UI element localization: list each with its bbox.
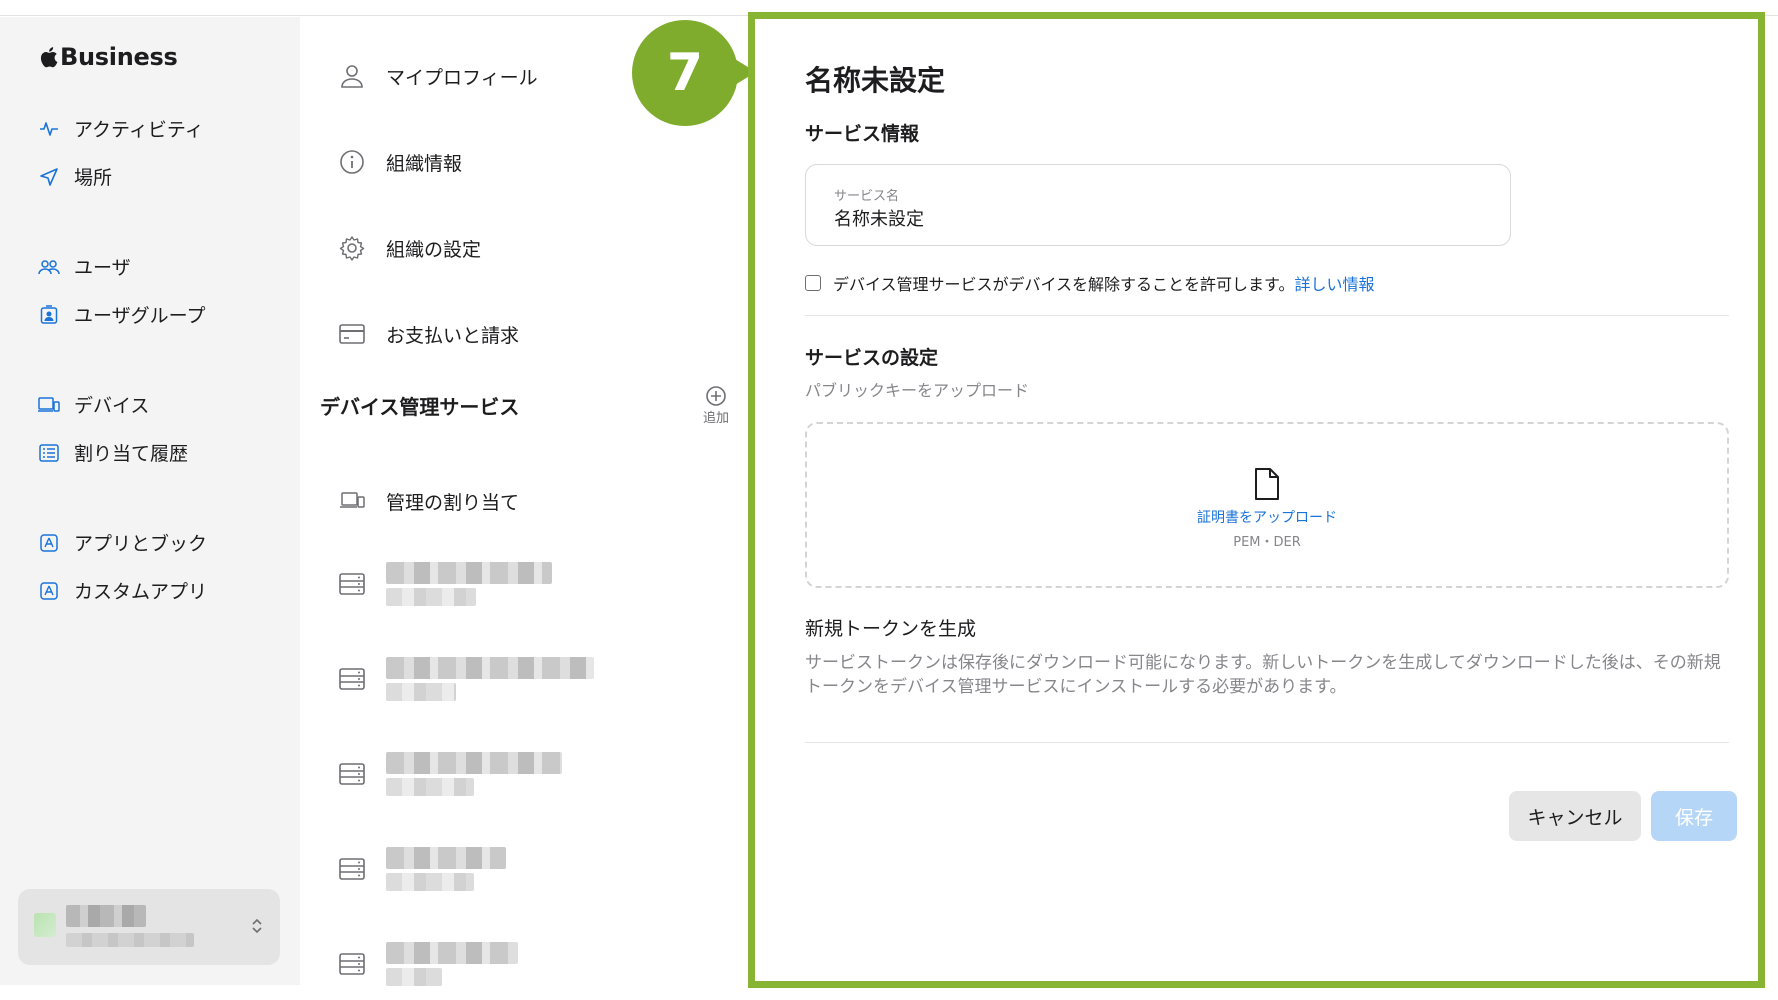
sidebar-item-label: デバイス (74, 395, 150, 417)
new-token-heading: 新規トークンを生成 (805, 618, 977, 640)
cancel-button[interactable]: キャンセル (1509, 791, 1641, 841)
redacted-server-name (386, 847, 506, 891)
service-name-input[interactable]: 名称未設定 (834, 205, 924, 231)
sidebar-item-apps-and-books[interactable]: アプリとブック (38, 529, 207, 556)
sidebar-item-label: アプリとブック (74, 533, 208, 555)
checkbox-label: デバイス管理サービスがデバイスを解除することを許可します。 (833, 275, 1295, 294)
menu-item-org-info[interactable]: 組織情報 (338, 148, 462, 176)
menu-item-label: 組織情報 (386, 152, 463, 175)
menu-item-my-profile[interactable]: マイプロフィール (338, 62, 538, 90)
menu-item-label: お支払いと請求 (386, 324, 520, 347)
sidebar-item-label: ユーザ (74, 257, 131, 279)
menu-item-management-assignment[interactable]: 管理の割り当て (338, 487, 519, 515)
list-item[interactable] (338, 942, 518, 986)
list-item[interactable] (338, 657, 594, 701)
avatar (34, 913, 56, 937)
sidebar-item-location[interactable]: 場所 (38, 163, 112, 190)
add-label: 追加 (702, 411, 729, 426)
certificate-dropzone[interactable]: 証明書をアップロード PEM・DER (805, 422, 1729, 588)
service-settings-heading: サービスの設定 (805, 347, 939, 369)
upload-certificate-link[interactable]: 証明書をアップロード (1197, 507, 1337, 527)
brand-name: Business (60, 43, 178, 71)
gear-icon (338, 234, 366, 262)
redacted-account-name (66, 905, 146, 927)
public-key-description: パブリックキーをアップロード (805, 381, 1030, 400)
learn-more-link[interactable]: 詳しい情報 (1294, 275, 1374, 294)
redacted-server-name (386, 942, 518, 986)
server-icon (339, 858, 365, 880)
document-icon (1255, 467, 1279, 500)
sidebar-item-user-groups[interactable]: ユーザグループ (38, 301, 205, 328)
sidebar-item-label: 場所 (74, 167, 113, 189)
service-name-label: サービス名 (834, 189, 900, 204)
menu-item-label: マイプロフィール (386, 66, 538, 89)
menu-item-label: 管理の割り当て (386, 491, 520, 514)
sidebar-item-custom-apps[interactable]: カスタムアプリ (38, 577, 207, 604)
server-icon (339, 763, 365, 785)
sidebar-item-devices[interactable]: デバイス (38, 391, 149, 418)
step-badge: 7 (632, 20, 738, 126)
release-permission-row: デバイス管理サービスがデバイスを解除することを許可します。詳しい情報 (805, 271, 1374, 295)
chevron-up-down-icon (252, 918, 262, 934)
upload-formats: PEM・DER (1233, 534, 1301, 550)
redacted-account-detail (66, 933, 194, 947)
brand-logo[interactable]: Business (40, 43, 178, 71)
credit-card-icon (338, 320, 366, 348)
redacted-server-name (386, 562, 552, 606)
list-item[interactable] (338, 562, 552, 606)
divider (805, 315, 1729, 316)
page-title: 名称未設定 (805, 64, 946, 97)
add-service-button[interactable]: 追加 (696, 385, 736, 426)
sidebar-item-users[interactable]: ユーザ (38, 253, 131, 280)
save-button[interactable]: 保存 (1651, 791, 1737, 841)
sidebar-item-label: カスタムアプリ (74, 581, 208, 603)
devices-icon (338, 487, 366, 515)
sidebar-item-assignment-history[interactable]: 割り当て履歴 (38, 439, 188, 466)
divider (805, 742, 1729, 743)
service-name-field[interactable]: サービス名 名称未設定 (805, 164, 1511, 246)
location-arrow-icon (38, 166, 60, 188)
menu-item-org-settings[interactable]: 組織の設定 (338, 234, 481, 262)
person-icon (338, 62, 366, 90)
info-icon (338, 148, 366, 176)
app-store-icon (38, 580, 60, 602)
service-info-heading: サービス情報 (805, 123, 920, 145)
app-store-icon (38, 532, 60, 554)
server-icon (339, 668, 365, 690)
server-icon (339, 953, 365, 975)
users-icon (38, 256, 60, 278)
server-icon (339, 573, 365, 595)
list-item[interactable] (338, 847, 506, 891)
sidebar-item-activity[interactable]: アクティビティ (38, 115, 204, 142)
devices-icon (38, 394, 60, 416)
user-group-icon (38, 304, 60, 326)
new-token-description: サービストークンは保存後にダウンロード可能になります。新しいトークンを生成してダ… (805, 653, 1721, 697)
list-icon (38, 442, 60, 464)
menu-item-label: 組織の設定 (386, 238, 482, 261)
activity-icon (38, 118, 60, 140)
redacted-server-name (386, 657, 594, 701)
sidebar-item-label: ユーザグループ (74, 305, 206, 327)
sidebar-item-label: アクティビティ (74, 119, 204, 141)
sidebar: Business アクティビティ 場所 ユーザ ユーザグループ デバイス 割り当… (0, 17, 300, 985)
release-permission-checkbox[interactable] (805, 275, 821, 291)
plus-circle-icon (706, 386, 726, 406)
sidebar-item-label: 割り当て履歴 (74, 443, 189, 465)
account-switcher[interactable] (18, 889, 280, 965)
list-item[interactable] (338, 752, 562, 796)
menu-item-payments-billing[interactable]: お支払いと請求 (338, 320, 519, 348)
redacted-server-name (386, 752, 562, 796)
section-title-device-management: デバイス管理サービス (320, 395, 520, 419)
settings-list: マイプロフィール 組織情報 組織の設定 お支払いと請求 デバイス管理サービス 追… (300, 17, 740, 986)
service-form-panel: 名称未設定 サービス情報 サービス名 名称未設定 デバイス管理サービスがデバイス… (748, 12, 1765, 988)
apple-logo-icon (40, 47, 58, 68)
